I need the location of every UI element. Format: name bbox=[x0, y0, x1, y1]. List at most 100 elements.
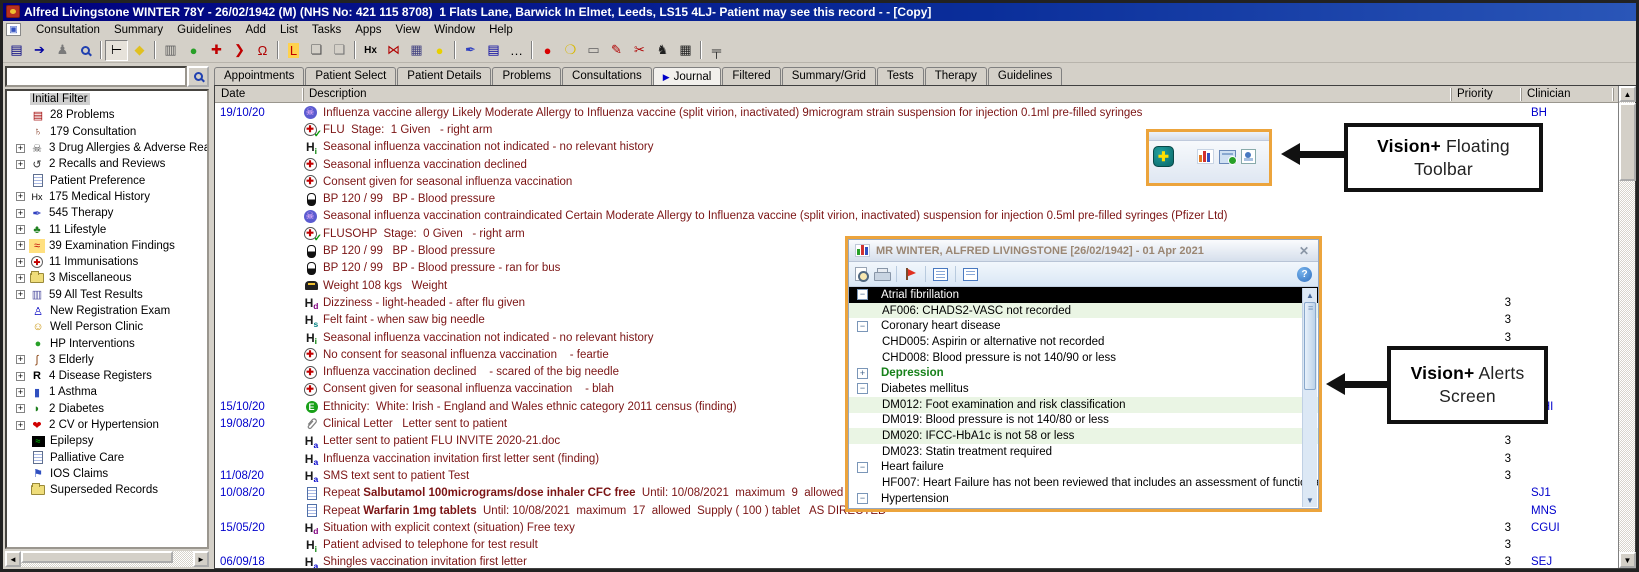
print-preview-icon[interactable] bbox=[855, 267, 867, 281]
expand-toggle[interactable]: − bbox=[857, 383, 868, 394]
chair-button[interactable]: ⊢ bbox=[105, 40, 128, 61]
expand-icon[interactable]: + bbox=[16, 388, 25, 397]
alert-group-row[interactable]: −Hypertension bbox=[849, 491, 1318, 507]
drug-label-button[interactable]: L bbox=[282, 40, 305, 61]
expand-icon[interactable]: + bbox=[16, 192, 25, 201]
grid-button[interactable]: ▦ bbox=[674, 40, 697, 61]
daybook-button[interactable]: ▥ bbox=[159, 40, 182, 61]
sidebar-item-2-cv-or-hypertension[interactable]: +❤2 CV or Hypertension bbox=[7, 417, 207, 433]
tab-guidelines[interactable]: Guidelines bbox=[988, 67, 1062, 85]
alert-indicator-row[interactable]: CHD005: Aspirin or alternative not recor… bbox=[849, 334, 1318, 350]
scroll-up-button[interactable]: ▲ bbox=[1304, 289, 1316, 301]
expand-toggle[interactable]: − bbox=[857, 493, 868, 504]
menu-guidelines[interactable]: Guidelines bbox=[170, 23, 238, 37]
comment-button[interactable]: ● bbox=[428, 40, 451, 61]
guidelines-pages-button[interactable]: ❏ bbox=[305, 40, 328, 61]
journal-row[interactable]: 06/09/18HaShingles vaccination invitatio… bbox=[215, 554, 1635, 569]
expand-icon[interactable]: + bbox=[16, 209, 25, 218]
scroll-down-button[interactable]: ▼ bbox=[1304, 494, 1316, 506]
scissors-button[interactable]: ✂ bbox=[628, 40, 651, 61]
stethoscope-button[interactable]: Ω bbox=[251, 40, 274, 61]
sidebar-item-epilepsy[interactable]: ≈Epilepsy bbox=[7, 433, 207, 449]
sidebar-item-28-problems[interactable]: ▤28 Problems bbox=[7, 107, 207, 123]
menu-consultation[interactable]: Consultation bbox=[29, 23, 107, 37]
alert-indicator-row[interactable]: DM023: Statin treatment required bbox=[849, 444, 1318, 460]
journal-vertical-scrollbar[interactable]: ▲ ▼ bbox=[1618, 86, 1635, 568]
sidebar-item-3-miscellaneous[interactable]: +3 Miscellaneous bbox=[7, 270, 207, 286]
expand-icon[interactable]: + bbox=[16, 421, 25, 430]
sticky-note-button[interactable]: ◆ bbox=[128, 40, 151, 61]
sidebar-item-39-examination-findings[interactable]: +≈39 Examination Findings bbox=[7, 238, 207, 254]
column-date[interactable]: Date bbox=[215, 88, 303, 101]
antenna-button[interactable]: ╤ bbox=[705, 40, 728, 61]
close-icon[interactable]: ✕ bbox=[1296, 244, 1312, 258]
notepad-button[interactable]: ▤ bbox=[482, 40, 505, 61]
template-button[interactable] bbox=[1219, 150, 1236, 164]
expand-icon[interactable]: + bbox=[16, 290, 25, 299]
alert-indicator-row[interactable]: HF007: Heart Failure has not been review… bbox=[849, 475, 1318, 491]
tab-summary-grid[interactable]: Summary/Grid bbox=[782, 67, 876, 85]
column-clinician[interactable]: Clinician bbox=[1521, 88, 1613, 101]
expand-icon[interactable]: + bbox=[16, 372, 25, 381]
scroll-thumb[interactable] bbox=[1619, 103, 1636, 181]
speech-button[interactable]: ❍ bbox=[559, 40, 582, 61]
alert-group-row[interactable]: −Heart failure bbox=[849, 460, 1318, 476]
scroll-right-button[interactable]: ► bbox=[193, 551, 209, 567]
menu-window[interactable]: Window bbox=[427, 23, 482, 37]
scroll-down-button[interactable]: ▼ bbox=[1619, 552, 1636, 568]
journal-row[interactable]: 15/05/20HdSituation with explicit contex… bbox=[215, 519, 1635, 536]
find-patient-button[interactable] bbox=[74, 40, 97, 61]
menu-add[interactable]: Add bbox=[238, 23, 272, 37]
contacts-button[interactable] bbox=[1241, 149, 1256, 164]
first-aid-button[interactable]: ✚ bbox=[205, 40, 228, 61]
expand-toggle[interactable]: − bbox=[857, 462, 868, 473]
menu-list[interactable]: List bbox=[273, 23, 305, 37]
tab-tests[interactable]: Tests bbox=[877, 67, 924, 85]
menu-summary[interactable]: Summary bbox=[107, 23, 170, 37]
sidebar-item-2-diabetes[interactable]: +◗2 Diabetes bbox=[7, 401, 207, 417]
alert-indicator-row[interactable]: DM019: Blood pressure is not 140/80 or l… bbox=[849, 413, 1318, 429]
more-button[interactable]: … bbox=[505, 40, 528, 61]
visionplus-add-button[interactable]: ✚ bbox=[1153, 146, 1174, 167]
expand-toggle[interactable]: − bbox=[857, 321, 868, 332]
journal-row[interactable]: 19/10/20☠Influenza vaccine allergy Likel… bbox=[215, 104, 1635, 121]
scroll-up-button[interactable]: ▲ bbox=[1619, 86, 1636, 102]
sidebar-item-4-disease-registers[interactable]: +R4 Disease Registers bbox=[7, 368, 207, 384]
sidebar-horizontal-scrollbar[interactable]: ◄ ► bbox=[5, 551, 209, 567]
sidebar-item-well-person-clinic[interactable]: ☺Well Person Clinic bbox=[7, 319, 207, 335]
sidebar-item-palliative-care[interactable]: Palliative Care bbox=[7, 450, 207, 466]
alert-indicator-row[interactable]: CHD008: Blood pressure is not 140/90 or … bbox=[849, 350, 1318, 366]
apple-button[interactable]: ● bbox=[182, 40, 205, 61]
alerts-chart-button[interactable] bbox=[1197, 149, 1214, 164]
next-patient-button[interactable]: ➔ bbox=[28, 40, 51, 61]
tab-filtered[interactable]: Filtered bbox=[722, 67, 780, 85]
bowtie-button[interactable]: ⋈ bbox=[382, 40, 405, 61]
pages-button[interactable]: ❏ bbox=[328, 40, 351, 61]
form-icon[interactable] bbox=[963, 268, 978, 281]
sidebar-item-175-medical-history[interactable]: +Hx175 Medical History bbox=[7, 189, 207, 205]
sidebar-item-11-lifestyle[interactable]: +♣11 Lifestyle bbox=[7, 221, 207, 237]
alert-indicator-row[interactable]: DM012: Foot examination and risk classif… bbox=[849, 397, 1318, 413]
tab-consultations[interactable]: Consultations bbox=[562, 67, 652, 85]
sidebar-item-patient-preference[interactable]: Patient Preference bbox=[7, 172, 207, 188]
scroll-thumb[interactable] bbox=[21, 551, 173, 563]
journal-row[interactable]: BP 120 / 99 BP - Blood pressure bbox=[215, 191, 1635, 208]
column-priority[interactable]: Priority bbox=[1451, 88, 1521, 101]
alerts-scrollbar[interactable]: ▲ ▼ bbox=[1302, 288, 1317, 507]
journal-row[interactable]: HiPatient advised to telephone for test … bbox=[215, 537, 1635, 554]
alert-group-row[interactable]: −Diabetes mellitus bbox=[849, 381, 1318, 397]
journal-row[interactable]: ☠Seasonal influenza vaccination contrain… bbox=[215, 208, 1635, 225]
menu-help[interactable]: Help bbox=[482, 23, 520, 37]
sidebar-item-3-elderly[interactable]: +∫3 Elderly bbox=[7, 352, 207, 368]
menu-apps[interactable]: Apps bbox=[348, 23, 388, 37]
scroll-track[interactable] bbox=[21, 551, 193, 567]
expand-icon[interactable]: + bbox=[16, 225, 25, 234]
sidebar-item-superseded-records[interactable]: Superseded Records bbox=[7, 482, 207, 498]
system-menu-icon[interactable]: ▣ bbox=[6, 23, 21, 36]
sidebar-item-hp-interventions[interactable]: ●HP Interventions bbox=[7, 335, 207, 351]
alert-group-row[interactable]: −Atrial fibrillation bbox=[849, 287, 1318, 303]
tab-patient-select[interactable]: Patient Select bbox=[305, 67, 396, 85]
sidebar-item-3-drug-allergies-adverse-reac[interactable]: +☠3 Drug Allergies & Adverse Reac bbox=[7, 140, 207, 156]
monitor-button[interactable]: ▦ bbox=[405, 40, 428, 61]
sidebar-item-2-recalls-and-reviews[interactable]: +↺2 Recalls and Reviews bbox=[7, 156, 207, 172]
